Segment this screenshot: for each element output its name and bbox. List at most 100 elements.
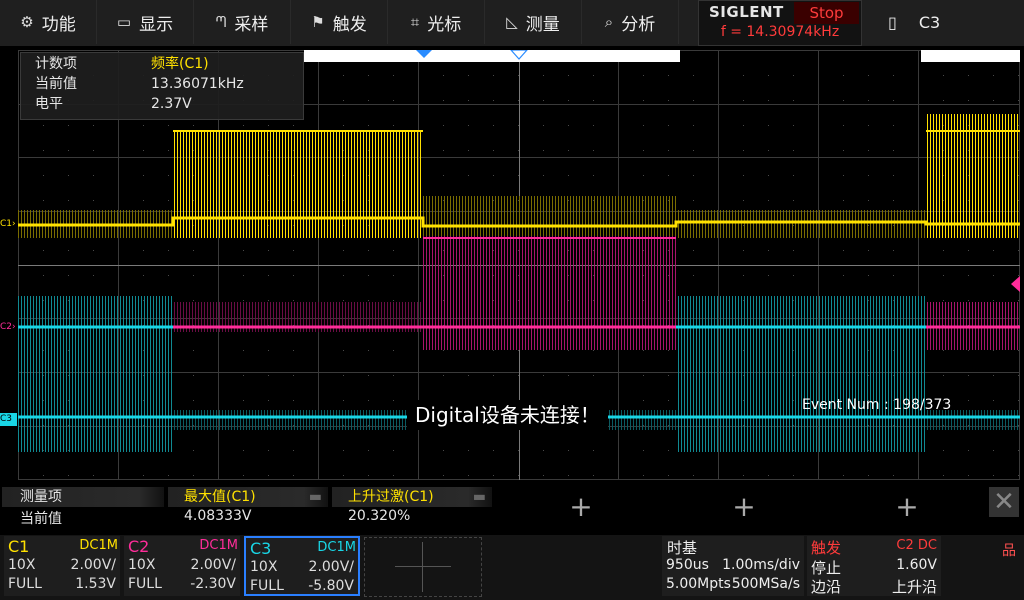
channel-1-box[interactable]: C1 DC1M 10X 2.00V/ FULL 1.53V [4,536,120,596]
status-panel: SIGLENT Stop f = 14.30974kHz [698,0,862,46]
measure-name: 上升过激(C1) [348,489,434,505]
menu-label: 测量 [525,14,560,35]
menu-cursors-button[interactable]: ⌗ 光标 [388,0,485,44]
menu-display-button[interactable]: ▭ 显示 [97,0,194,44]
top-menu-bar: ⚙ 功能 ▭ 显示 ᘉ 采样 ⚑ 触发 ⌗ 光标 ◺ 测量 ⌕ 分析 SIGLENT Stop… [0,0,1024,46]
c1-idle-burst-2 [676,210,926,238]
add-measure-slot[interactable]: + [731,493,757,521]
measure-box-label: 当前值 [35,76,77,92]
gear-icon: ⚙ [20,13,34,31]
trigger-type: 边沿 [811,578,842,596]
trigger-mode: 停止 [811,559,842,577]
timebase-delay: 950us [666,557,709,573]
channel-offset: -5.80V [308,578,354,594]
c3-active-burst-2 [676,296,926,452]
measure-box-label: 计数项 [35,56,77,72]
event-number: Event Num : 198/373 [802,397,952,413]
c3-offset-marker[interactable]: C3 [0,413,17,426]
c1-offset-marker[interactable]: C1› [0,218,19,230]
add-measure-slot[interactable]: + [894,493,920,521]
menu-analysis-button[interactable]: ⌕ 分析 [582,0,679,44]
trigger-source: C2 DC [896,538,937,553]
trigger-frequency: f = 14.30974kHz [720,24,840,40]
measure-column-1[interactable]: 最大值(C1) ▬ [168,487,328,507]
memory-depth: 5.00Mpts [666,576,731,592]
c1-mid-burst [423,196,676,238]
channel-scale: 2.00V/ [70,557,116,573]
channel-3-box[interactable]: C3 DC1M 10X 2.00V/ FULL -5.80V [244,536,360,596]
memory-view-bar[interactable] [304,50,680,62]
trigger-slope: 上升沿 [891,578,937,596]
sample-rate: 500MSa/s [731,576,800,592]
channel-scale: 2.00V/ [190,557,236,573]
measure-item-header: 测量项 [2,487,164,507]
channel-probe: 10X [8,557,36,573]
channel-scale: 2.00V/ [308,559,354,575]
timebase-box[interactable]: 时基 950us 1.00ms/div 5.00Mpts 500MSa/s [662,536,804,596]
channel-offset: 1.53V [75,576,116,592]
menu-label: 触发 [332,14,367,35]
measure-name: 最大值(C1) [184,489,256,505]
active-channel-label: C3 [918,12,941,32]
measure-box-value: 13.36071kHz [151,76,244,92]
c3-marker-label: C3 [0,414,13,424]
measure-icon: ◺ [506,13,518,31]
trigger-title: 触发 [811,539,842,557]
current-value-label: 当前值 [20,511,62,527]
menu-label: 功能 [41,14,76,35]
close-icon[interactable]: ✕ [989,487,1019,517]
channel-coupling: DC1M [199,538,238,553]
channel-offset: -2.30V [190,576,236,592]
brand-logo: SIGLENT [709,3,784,21]
c3-idle-burst [173,410,423,430]
c1-active-burst [173,130,423,238]
channel-bandwidth: FULL [8,576,42,592]
measure-column-2[interactable]: 上升过激(C1) ▬ [332,487,492,507]
menu-measure-button[interactable]: ◺ 测量 [485,0,582,44]
battery-icon: ▯ [888,12,897,32]
measure-item-label: 测量项 [20,489,62,505]
channel-bandwidth: FULL [250,578,284,594]
c2-offset-marker[interactable]: C2› [0,321,19,333]
menu-label: 光标 [427,14,462,35]
sample-icon: ᘉ [215,13,227,31]
menu-label: 分析 [621,14,656,35]
channel-2-box[interactable]: C2 DC1M 10X 2.00V/ FULL -2.30V [124,536,240,596]
counter-measure-box[interactable]: 计数项 频率(C1) 当前值 13.36071kHz 电平 2.37V [20,52,304,120]
measure-value: 4.08333V [184,508,252,524]
network-status[interactable]: 品 [944,536,1024,596]
network-icon: 品 [1002,543,1016,559]
memory-view-bar-right [921,50,1020,62]
menu-acquire-button[interactable]: ᘉ 采样 [194,0,291,44]
c1-active-burst-2 [926,114,1020,238]
measure-box-value: 2.37V [151,96,192,112]
channel-probe: 10X [250,559,278,575]
channel-name: C3 [250,539,272,558]
measure-box-value: 频率(C1) [151,56,209,72]
menu-trigger-button[interactable]: ⚑ 触发 [291,0,388,44]
active-channel-indicator[interactable]: ▯ C3 [862,0,1024,44]
measure-value: 20.320% [348,508,411,524]
measure-box-label: 电平 [35,96,63,112]
channel-probe: 10X [128,557,156,573]
run-state-badge[interactable]: Stop [794,2,859,24]
timebase-title: 时基 [667,539,698,557]
c2-active-burst [423,236,676,350]
c1-marker-label: C1 [0,219,13,229]
digital-warning-message: Digital设备未连接！ [407,400,608,430]
trigger-box[interactable]: 触发 C2 DC 停止 1.60V 边沿 上升沿 [807,536,941,596]
analyze-icon: ⌕ [604,13,614,31]
menu-utility-button[interactable]: ⚙ 功能 [0,0,97,44]
channel-name: C1 [8,537,30,556]
empty-channel-slot[interactable] [364,537,482,597]
menu-label: 采样 [234,14,269,35]
c2-marker-label: C2 [0,322,13,332]
channel-coupling: DC1M [317,540,356,555]
flag-icon: ⚑ [311,13,325,31]
add-measure-slot[interactable]: + [568,493,594,521]
c3-idle-burst-3 [926,410,1020,430]
channel-bandwidth: FULL [128,576,162,592]
trigger-level: 1.60V [896,557,937,573]
cursor-icon: ⌗ [410,13,420,31]
timebase-scale: 1.00ms/div [722,557,800,573]
